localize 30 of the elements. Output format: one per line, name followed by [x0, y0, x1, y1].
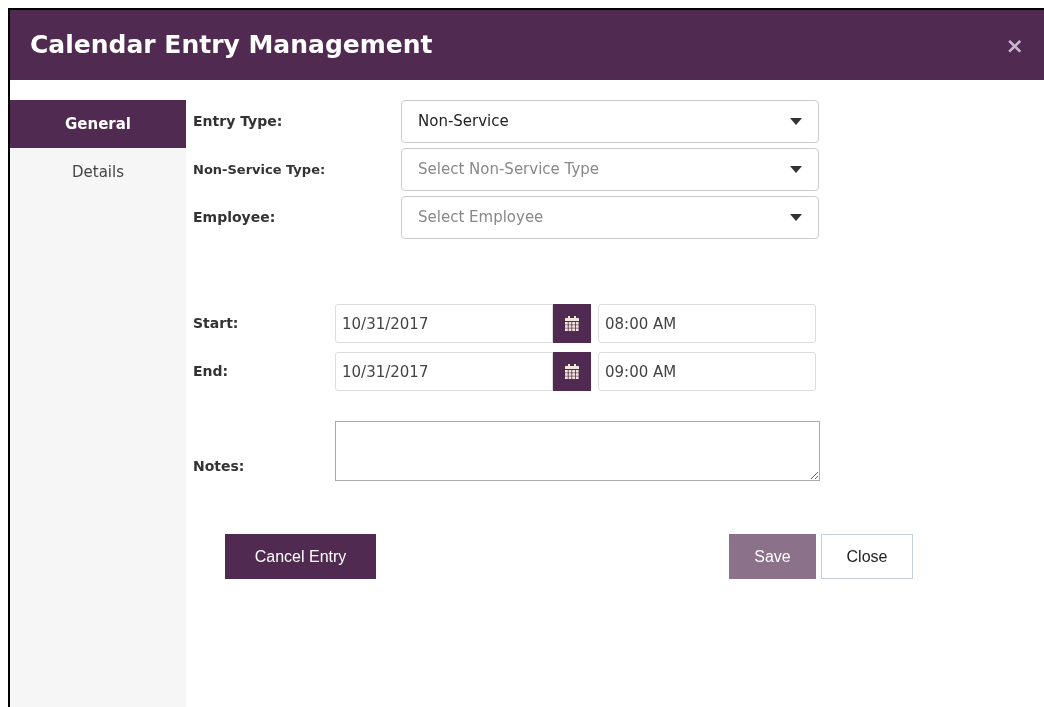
time-field[interactable]: 08:00 AM — [598, 304, 816, 343]
close-button[interactable]: × — [1005, 28, 1024, 62]
caret-icon — [790, 118, 802, 125]
caret-icon — [790, 214, 802, 221]
select-placeholder: Select Non-Service Type — [418, 159, 600, 181]
select-field[interactable]: Select Employee — [401, 196, 819, 239]
close-dialog-button[interactable]: Close — [821, 534, 913, 579]
sidebar-tab[interactable]: General — [10, 100, 186, 148]
time-field[interactable]: 09:00 AM — [598, 352, 816, 391]
notes-field[interactable] — [335, 421, 820, 481]
date-field[interactable]: 10/31/2017 — [335, 352, 553, 391]
field-label: Entry Type: — [193, 112, 284, 131]
date-field[interactable]: 10/31/2017 — [335, 304, 553, 343]
calendar-icon — [565, 316, 579, 331]
cancel-entry-button[interactable]: Cancel Entry — [225, 534, 376, 579]
select-value: Non-Service — [418, 111, 509, 133]
select-field[interactable]: Non-Service — [401, 100, 819, 143]
calendar-icon — [565, 364, 579, 379]
field-label: Start: — [193, 314, 240, 333]
caret-icon — [790, 166, 802, 173]
field-label: End: — [193, 362, 230, 381]
calendar-button[interactable] — [553, 352, 591, 391]
field-label: Non-Service Type: — [193, 160, 327, 179]
select-placeholder: Select Employee — [418, 207, 544, 229]
window-title: Calendar Entry Management — [30, 29, 433, 62]
field-label: Employee: — [193, 208, 277, 227]
calendar-button[interactable] — [553, 304, 591, 343]
select-field[interactable]: Select Non-Service Type — [401, 148, 819, 191]
sidebar-tab[interactable]: Details — [10, 148, 186, 196]
field-label: Notes: — [193, 457, 246, 476]
